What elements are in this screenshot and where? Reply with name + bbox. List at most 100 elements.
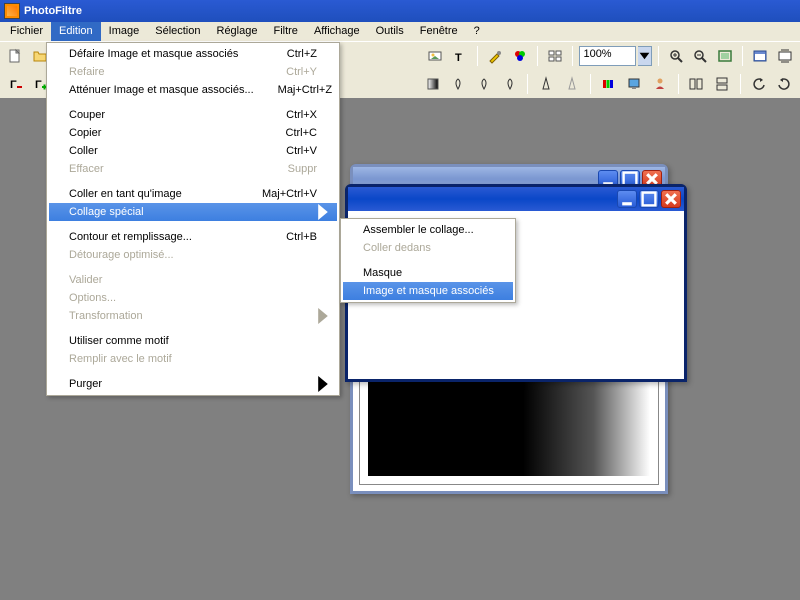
menu-item-label: Refaire bbox=[69, 66, 104, 78]
menu-image[interactable]: Image bbox=[101, 22, 148, 41]
submenu-item[interactable]: Assembler le collage... bbox=[343, 221, 513, 239]
menu-item-shortcut: Ctrl+Z bbox=[263, 48, 317, 60]
zoom-combo-dropdown[interactable] bbox=[638, 46, 652, 66]
submenu-arrow-icon bbox=[315, 376, 331, 392]
browse-button[interactable] bbox=[544, 45, 566, 67]
menu-item[interactable]: Purger bbox=[49, 375, 337, 393]
menu-item-label: Utiliser comme motif bbox=[69, 335, 169, 347]
monitor-button[interactable] bbox=[622, 73, 646, 95]
menu-bar: FichierEditionImageSélectionRéglageFiltr… bbox=[0, 22, 800, 42]
menu-item[interactable]: Défaire Image et masque associésCtrl+Z bbox=[49, 45, 337, 63]
menu-item: Transformation bbox=[49, 307, 337, 325]
edition-menu-dropdown: Défaire Image et masque associésCtrl+ZRe… bbox=[46, 42, 340, 396]
menu-item: Détourage optimisé... bbox=[49, 246, 337, 264]
submenu-item[interactable]: Masque bbox=[343, 264, 513, 282]
menu-item-label: Contour et remplissage... bbox=[69, 231, 192, 243]
menu-item-shortcut: Suppr bbox=[264, 163, 317, 175]
app-title: PhotoFiltre bbox=[24, 5, 82, 17]
sepia-button[interactable] bbox=[447, 73, 471, 95]
menu-item-label: Effacer bbox=[69, 163, 104, 175]
zoom-value: 100% bbox=[583, 48, 611, 60]
gamma-minus-button[interactable]: Γ bbox=[4, 73, 28, 95]
menu-item[interactable]: CollerCtrl+V bbox=[49, 142, 337, 160]
menu-item[interactable]: CopierCtrl+C bbox=[49, 124, 337, 142]
menu-affichage[interactable]: Affichage bbox=[306, 22, 368, 41]
text-tool-button[interactable]: T bbox=[449, 45, 471, 67]
menu-fichier[interactable]: Fichier bbox=[2, 22, 51, 41]
picker-button[interactable] bbox=[484, 45, 506, 67]
menu-item-shortcut: Maj+Ctrl+V bbox=[238, 188, 317, 200]
fullscreen-button[interactable] bbox=[749, 45, 771, 67]
menu-item-label: Transformation bbox=[69, 310, 143, 322]
menu-item-shortcut: Ctrl+C bbox=[262, 127, 317, 139]
slideshow-button[interactable] bbox=[774, 45, 796, 67]
blur-button[interactable] bbox=[560, 73, 584, 95]
separator bbox=[678, 74, 679, 94]
drop2-button[interactable] bbox=[498, 73, 522, 95]
menu-item-shortcut: Ctrl+X bbox=[262, 109, 317, 121]
separator bbox=[51, 224, 335, 225]
menu-filtre[interactable]: Filtre bbox=[265, 22, 305, 41]
menu-item-label: Valider bbox=[69, 274, 102, 286]
maximize-button[interactable] bbox=[639, 190, 659, 208]
rotate-right-button[interactable] bbox=[772, 73, 796, 95]
svg-text:T: T bbox=[455, 52, 462, 64]
separator bbox=[590, 74, 591, 94]
separator bbox=[51, 371, 335, 372]
zoom-in-button[interactable] bbox=[665, 45, 687, 67]
collage-special-submenu: Assembler le collage... Coller dedans Masq… bbox=[340, 218, 516, 303]
submenu-item-label: Coller dedans bbox=[363, 242, 431, 254]
color-button[interactable] bbox=[509, 45, 531, 67]
menu-item: Effacer Suppr bbox=[49, 160, 337, 178]
menu-item[interactable]: Coller en tant qu'image Maj+Ctrl+V bbox=[49, 185, 337, 203]
menu-item-shortcut: Ctrl+B bbox=[262, 231, 317, 243]
close-button[interactable] bbox=[661, 190, 681, 208]
zoom-combo[interactable]: 100% bbox=[579, 46, 635, 66]
menu-item-label: Purger bbox=[69, 378, 102, 390]
separator bbox=[740, 74, 741, 94]
submenu-item-label: Masque bbox=[363, 267, 402, 279]
app-icon bbox=[4, 3, 20, 19]
menu-edition[interactable]: Edition bbox=[51, 22, 101, 41]
flip-horiz-button[interactable] bbox=[685, 73, 709, 95]
menu-item-shortcut: Ctrl+Y bbox=[262, 66, 317, 78]
zoom-out-button[interactable] bbox=[689, 45, 711, 67]
rgb-button[interactable] bbox=[597, 73, 621, 95]
grayscale-button[interactable] bbox=[421, 73, 445, 95]
image-mode-button[interactable] bbox=[424, 45, 446, 67]
sharpen-button[interactable] bbox=[534, 73, 558, 95]
separator bbox=[345, 260, 511, 261]
separator bbox=[51, 102, 335, 103]
separator bbox=[537, 46, 538, 66]
menu-item[interactable]: Couper Ctrl+X bbox=[49, 106, 337, 124]
separator bbox=[477, 46, 478, 66]
minimize-button[interactable] bbox=[617, 190, 637, 208]
flip-vert-button[interactable] bbox=[710, 73, 734, 95]
separator bbox=[572, 46, 573, 66]
submenu-item[interactable]: Image et masque associés bbox=[343, 282, 513, 300]
menu-item-label: Coller en tant qu'image bbox=[69, 188, 182, 200]
menu-item[interactable]: Utiliser comme motif bbox=[49, 332, 337, 350]
menu-item: Remplir avec le motif bbox=[49, 350, 337, 368]
separator bbox=[51, 267, 335, 268]
drop1-button[interactable] bbox=[472, 73, 496, 95]
menu-item-label: Couper bbox=[69, 109, 105, 121]
submenu-item-label: Image et masque associés bbox=[363, 285, 494, 297]
menu-fentre[interactable]: Fenêtre bbox=[412, 22, 466, 41]
menu-item[interactable]: Atténuer Image et masque associés...Maj+… bbox=[49, 81, 337, 99]
menu-[interactable]: ? bbox=[466, 22, 488, 41]
menu-item-label: Détourage optimisé... bbox=[69, 249, 174, 261]
menu-item[interactable]: Contour et remplissage... Ctrl+B bbox=[49, 228, 337, 246]
child-window-titlebar[interactable] bbox=[348, 187, 684, 211]
submenu-item-label: Assembler le collage... bbox=[363, 224, 474, 236]
menu-outils[interactable]: Outils bbox=[368, 22, 412, 41]
menu-slection[interactable]: Sélection bbox=[147, 22, 208, 41]
menu-item-label: Collage spécial bbox=[69, 206, 144, 218]
menu-rglage[interactable]: Réglage bbox=[209, 22, 266, 41]
person-button[interactable] bbox=[648, 73, 672, 95]
rotate-left-button[interactable] bbox=[747, 73, 771, 95]
new-file-button[interactable] bbox=[4, 45, 26, 67]
menu-item: Refaire Ctrl+Y bbox=[49, 63, 337, 81]
menu-item[interactable]: Collage spécial bbox=[49, 203, 337, 221]
fit-window-button[interactable] bbox=[714, 45, 736, 67]
